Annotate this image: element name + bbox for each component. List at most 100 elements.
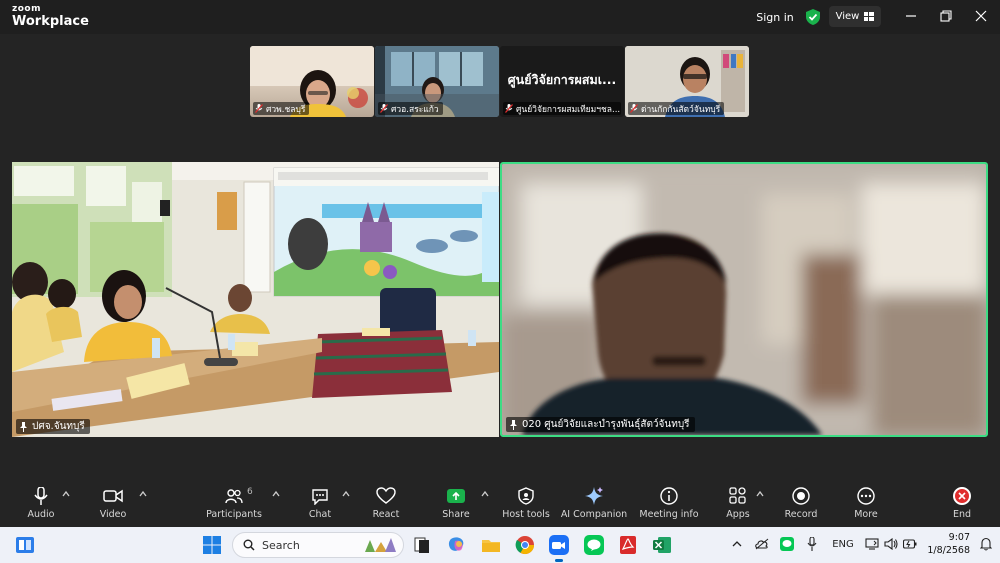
host-tools-button[interactable]: Host tools: [491, 486, 561, 524]
pin-icon: [510, 419, 517, 430]
mic-muted-icon: [255, 104, 263, 113]
participants-button[interactable]: 6 Participants: [199, 486, 269, 524]
participant-name-tag: ศวพ.ชลบุรี: [253, 102, 310, 115]
apps-label: Apps: [726, 509, 750, 520]
more-icon: [857, 487, 875, 505]
participant-name: ศวอ.สระแก้ว: [391, 104, 439, 115]
video-name-tag: 020 ศูนย์วิจัยและบำรุงพันธุ์สัตว์จันทบุร…: [506, 417, 695, 432]
brand-bottom: Workplace: [12, 14, 89, 29]
video-tile-active-speaker[interactable]: 020 ศูนย์วิจัยและบำรุงพันธุ์สัตว์จันทบุร…: [500, 162, 988, 437]
network-icon[interactable]: [864, 536, 880, 552]
windows-start-icon[interactable]: [202, 535, 222, 555]
task-view-icon[interactable]: [412, 535, 432, 555]
video-tile-meeting-room[interactable]: ปศจ.จันทบุรี: [12, 162, 499, 437]
more-label: More: [854, 509, 878, 520]
line-tray-icon[interactable]: [779, 536, 795, 552]
sparkle-icon: [585, 487, 603, 505]
language-indicator[interactable]: ENG: [830, 536, 856, 552]
search-icon: [243, 539, 255, 551]
taskbar-clock[interactable]: 9:07 1/8/2568: [914, 531, 970, 557]
zoom-active-indicator: [555, 559, 563, 562]
participant-name: ศูนย์วิจัยการผสมเทียมฯชล...: [516, 104, 621, 115]
meeting-info-button[interactable]: Meeting info: [634, 486, 704, 524]
volume-icon[interactable]: [883, 536, 899, 552]
shield-icon: [518, 487, 534, 505]
copilot-icon[interactable]: [447, 535, 467, 555]
excel-icon[interactable]: [652, 535, 672, 555]
zoom-app-icon[interactable]: [549, 535, 569, 555]
mic-muted-icon: [505, 104, 513, 113]
share-chevron-up-icon[interactable]: [481, 490, 489, 498]
chat-chevron-up-icon[interactable]: [342, 490, 350, 498]
view-label: View: [835, 11, 860, 22]
speaker-video: [502, 164, 986, 435]
record-icon: [792, 487, 810, 505]
react-button[interactable]: React: [351, 486, 421, 524]
taskbar-search[interactable]: Search: [232, 532, 404, 558]
record-label: Record: [784, 509, 818, 520]
heart-icon: [376, 487, 396, 504]
participant-tile[interactable]: ศูนย์วิจัยการผสมเ... ศูนย์วิจัยการผสมเที…: [500, 46, 624, 117]
ai-companion-label: AI Companion: [560, 509, 628, 520]
mic-muted-icon: [380, 104, 388, 113]
participant-name: ศวพ.ชลบุรี: [266, 104, 306, 115]
participant-name: ด่านกักกันสัตว์จันทบุรี: [641, 104, 721, 115]
microphone-tray-icon[interactable]: [804, 536, 820, 552]
sign-in-button[interactable]: Sign in: [752, 7, 798, 27]
react-label: React: [372, 509, 400, 520]
chrome-icon[interactable]: [515, 535, 535, 555]
meeting-info-label: Meeting info: [639, 509, 699, 520]
ai-companion-button[interactable]: AI Companion: [559, 486, 629, 524]
notification-bell-icon[interactable]: [978, 536, 994, 552]
video-button[interactable]: Video: [78, 486, 148, 524]
participants-label: Participants: [206, 509, 262, 520]
restore-button[interactable]: [938, 8, 954, 24]
participant-name-tag: ศูนย์วิจัยการผสมเทียมฯชล...: [503, 102, 621, 115]
participant-name-tag: ด่านกักกันสัตว์จันทบุรี: [628, 102, 725, 115]
grid-view-icon: [864, 12, 875, 21]
view-button[interactable]: View: [829, 6, 881, 27]
search-placeholder: Search: [262, 538, 300, 552]
meeting-toolbar: Audio Video 6 Participants Chat React Sh…: [0, 480, 1000, 524]
clock-date: 1/8/2568: [927, 545, 970, 556]
gallery-strip: ศวพ.ชลบุรี ศวอ.สระแก้ว ศูนย์วิจัยการผสมเ…: [250, 46, 750, 117]
meeting-room-video: [12, 162, 499, 437]
info-icon: [660, 487, 678, 505]
cloud-sync-icon[interactable]: [754, 536, 770, 552]
file-explorer-icon[interactable]: [481, 535, 501, 555]
participant-tile[interactable]: ด่านกักกันสัตว์จันทบุรี: [625, 46, 749, 117]
record-button[interactable]: Record: [766, 486, 836, 524]
end-label: End: [952, 509, 972, 520]
participant-tile[interactable]: ศวพ.ชลบุรี: [250, 46, 374, 117]
audio-label: Audio: [27, 509, 55, 520]
audio-chevron-up-icon[interactable]: [62, 490, 70, 498]
end-button[interactable]: End: [927, 486, 997, 524]
brand-top: zoom: [12, 4, 41, 14]
apps-icon: [729, 487, 746, 504]
video-name-tag: ปศจ.จันทบุรี: [16, 419, 90, 434]
minimize-button[interactable]: [903, 8, 919, 24]
apps-chevron-up-icon[interactable]: [756, 490, 764, 498]
shield-check-icon[interactable]: [806, 9, 820, 25]
video-participant-name: 020 ศูนย์วิจัยและบำรุงพันธุ์สัตว์จันทบุร…: [522, 419, 690, 430]
widgets-icon[interactable]: [15, 535, 35, 555]
host-tools-label: Host tools: [502, 509, 550, 520]
pdf-reader-icon[interactable]: [618, 535, 638, 555]
show-hidden-icons-chevron-up-icon[interactable]: [729, 536, 745, 552]
video-camera-icon: [103, 489, 123, 503]
close-button[interactable]: [973, 8, 989, 24]
participants-chevron-up-icon[interactable]: [272, 490, 280, 498]
share-label: Share: [442, 509, 470, 520]
line-app-icon[interactable]: [584, 535, 604, 555]
more-button[interactable]: More: [831, 486, 901, 524]
participant-tile[interactable]: ศวอ.สระแก้ว: [375, 46, 499, 117]
end-call-icon: [953, 487, 971, 505]
participants-count: 6: [247, 487, 253, 497]
video-label: Video: [99, 509, 127, 520]
chat-label: Chat: [308, 509, 332, 520]
restore-icon: [940, 10, 952, 22]
line-bubble-icon: [587, 539, 601, 551]
mic-muted-icon: [630, 104, 638, 113]
video-chevron-up-icon[interactable]: [139, 490, 147, 498]
video-participant-name: ปศจ.จันทบุรี: [32, 421, 85, 432]
